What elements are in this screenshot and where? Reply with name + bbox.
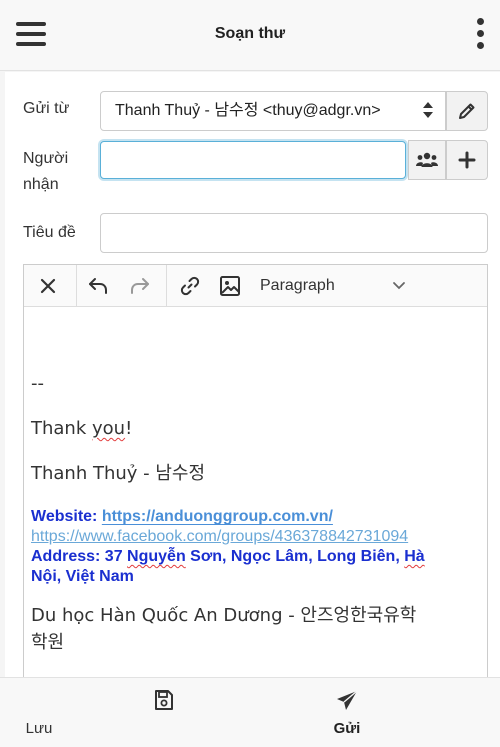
recipient-input[interactable] (100, 141, 406, 179)
editor-toolbar: Paragraph (24, 265, 487, 307)
to-label-line2: nhận (23, 176, 59, 193)
chevron-down-icon (393, 282, 405, 290)
redo-button[interactable] (120, 265, 160, 307)
compose-form: Gửi từ Thanh Thuỷ - 남수정 <thuy@adgr.vn> N… (5, 72, 500, 677)
toolbar-divider (76, 265, 77, 307)
redo-icon (131, 278, 149, 294)
block-format-select[interactable]: Paragraph (256, 265, 416, 307)
thanks-line: Thank you! (31, 416, 132, 442)
undo-icon (89, 278, 107, 294)
address-line-1: Address: 37 Nguyễn Sơn, Ngọc Lâm, Long B… (31, 547, 425, 567)
address-line-2: Nội, Việt Nam (31, 568, 134, 585)
company-line-1: Du học Hàn Quốc An Dương - 안즈엉한국유학 (31, 605, 417, 626)
signature-separator: -- (31, 373, 44, 394)
edit-identity-button[interactable] (446, 91, 488, 131)
more-options-icon[interactable] (472, 18, 488, 52)
close-icon (40, 278, 56, 294)
plus-icon (458, 151, 476, 169)
message-editor: Paragraph -- Thank you! Thanh Thuỷ - 남수정… (23, 264, 488, 677)
users-icon (416, 152, 438, 167)
save-label: Lưu (25, 720, 53, 737)
address-mid: Sơn, Ngọc Lâm, Long Biên, (185, 548, 405, 565)
select-arrows-icon (423, 102, 433, 120)
address-prefix: Address: 37 (31, 548, 128, 565)
facebook-link[interactable]: https://www.facebook.com/groups/43637884… (31, 527, 408, 547)
thanks-word: you (92, 418, 126, 439)
website-link[interactable]: https://anduonggroup.com.vn/ (102, 508, 333, 525)
contacts-button[interactable] (408, 140, 446, 180)
to-label-line1: Người (23, 150, 69, 167)
top-app-bar: Soạn thư (0, 0, 500, 71)
page-title: Soạn thư (214, 25, 286, 42)
send-button[interactable]: Gửi (222, 678, 472, 747)
company-line-2: 학원 (31, 632, 65, 653)
thanks-prefix: Thank (31, 418, 92, 439)
send-label: Gửi (333, 720, 361, 737)
from-select[interactable]: Thanh Thuỷ - 남수정 <thuy@adgr.vn> (100, 91, 446, 131)
signature-name: Thanh Thuỷ - 남수정 (31, 463, 206, 484)
website-line: Website: https://anduonggroup.com.vn/ (31, 507, 333, 527)
pencil-icon (459, 103, 475, 119)
image-icon (220, 276, 240, 296)
insert-image-button[interactable] (210, 265, 250, 307)
send-icon (337, 690, 358, 710)
address-word-ha: Hà (404, 548, 425, 565)
website-label: Website: (31, 508, 102, 525)
undo-button[interactable] (78, 265, 118, 307)
save-icon (155, 690, 173, 710)
block-format-value: Paragraph (260, 277, 335, 294)
from-label: Gửi từ (23, 100, 70, 117)
subject-label: Tiêu đề (23, 224, 76, 241)
toolbar-divider (166, 265, 167, 307)
address-word-nguyen: Nguyễn (127, 548, 186, 565)
close-editor-button[interactable] (28, 265, 68, 307)
bottom-action-bar: Lưu Gửi (0, 677, 500, 747)
link-icon (180, 276, 200, 296)
add-recipient-button[interactable] (446, 140, 488, 180)
insert-link-button[interactable] (170, 265, 210, 307)
from-select-value: Thanh Thuỷ - 남수정 <thuy@adgr.vn> (115, 102, 381, 119)
thanks-suffix: ! (125, 418, 133, 439)
send-icon-wrap (222, 689, 472, 713)
subject-input[interactable] (100, 213, 488, 253)
